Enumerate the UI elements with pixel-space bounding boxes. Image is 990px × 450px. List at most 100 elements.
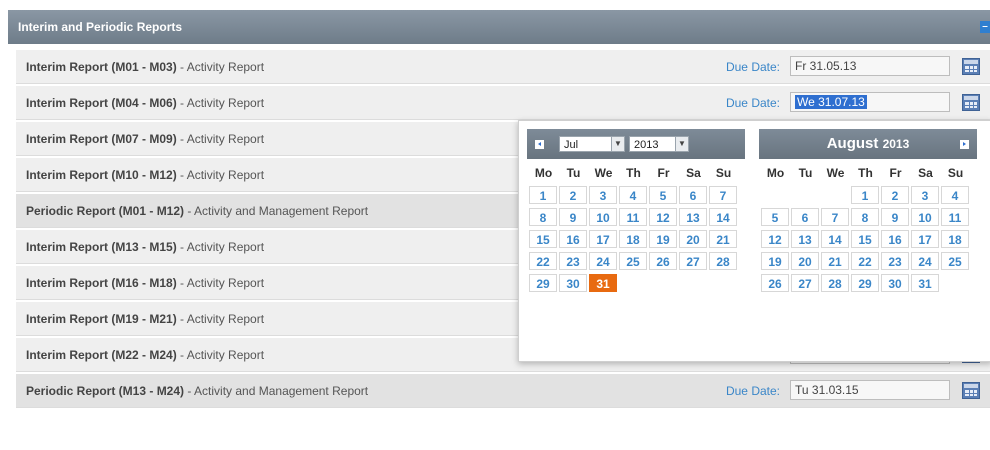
day-cell[interactable]: 22 <box>529 252 557 270</box>
day-cell[interactable]: 14 <box>821 230 849 248</box>
day-cell[interactable]: 6 <box>679 186 707 204</box>
day-cell[interactable]: 7 <box>821 208 849 226</box>
due-date-value: We 31.07.13 <box>795 95 867 109</box>
calendar-icon[interactable] <box>962 58 980 75</box>
report-title: Periodic Report (M01 - M12) <box>26 204 185 218</box>
day-cell[interactable]: 11 <box>941 208 969 226</box>
day-cell[interactable]: 26 <box>761 274 789 292</box>
chevron-left-icon[interactable] <box>535 140 544 149</box>
day-cell[interactable]: 15 <box>529 230 557 248</box>
due-date-value: Fr 31.05.13 <box>795 59 857 73</box>
day-cell[interactable]: 23 <box>881 252 909 270</box>
day-cell[interactable]: 3 <box>589 186 617 204</box>
due-date-label: Due Date: <box>725 384 780 398</box>
day-cell[interactable]: 31 <box>911 274 939 292</box>
weekday-header: Su <box>947 166 964 180</box>
day-cell[interactable]: 1 <box>529 186 557 204</box>
report-row[interactable]: Interim Report (M04 - M06) - Activity Re… <box>16 86 990 120</box>
calendar-icon[interactable] <box>962 94 980 111</box>
day-cell[interactable]: 1 <box>851 186 879 204</box>
month-title: August 2013 <box>826 135 910 152</box>
day-cell[interactable]: 22 <box>851 252 879 270</box>
day-cell[interactable]: 6 <box>791 208 819 226</box>
day-cell[interactable]: 26 <box>649 252 677 270</box>
due-date-group: Due Date: Tu 31.03.15 <box>680 380 980 402</box>
report-row[interactable]: Periodic Report (M13 - M24) - Activity a… <box>16 374 990 408</box>
day-cell[interactable]: 2 <box>559 186 587 204</box>
day-cell[interactable]: 23 <box>559 252 587 270</box>
day-cell[interactable]: 17 <box>911 230 939 248</box>
due-date-label: Due Date: <box>725 60 780 74</box>
day-cell[interactable]: 3 <box>911 186 939 204</box>
day-cell[interactable]: 14 <box>709 208 737 226</box>
day-cell[interactable]: 18 <box>941 230 969 248</box>
day-cell[interactable]: 10 <box>589 208 617 226</box>
day-cell[interactable]: 24 <box>589 252 617 270</box>
day-cell[interactable]: 13 <box>679 208 707 226</box>
day-cell[interactable]: 20 <box>791 252 819 270</box>
day-cell[interactable]: 2 <box>881 186 909 204</box>
day-cell[interactable]: 16 <box>881 230 909 248</box>
day-cell[interactable]: 18 <box>619 230 647 248</box>
day-cell[interactable]: 4 <box>941 186 969 204</box>
day-cell[interactable]: 30 <box>559 274 587 292</box>
day-cell[interactable]: 20 <box>679 230 707 248</box>
day-cell[interactable]: 5 <box>649 186 677 204</box>
weekday-header: Tu <box>566 166 581 180</box>
due-date-group: Due Date: Fr 31.05.13 <box>680 56 980 78</box>
day-cell[interactable]: 13 <box>791 230 819 248</box>
weekday-header: We <box>594 166 613 180</box>
report-type: - Activity Report <box>176 312 265 326</box>
calendar-icon[interactable] <box>962 382 980 399</box>
empty-day-cell <box>821 186 849 204</box>
month-header: Jul ▼ 2013 ▼ <box>527 129 745 159</box>
day-cell[interactable]: 11 <box>619 208 647 226</box>
day-cell[interactable]: 5 <box>761 208 789 226</box>
day-cell[interactable]: 24 <box>911 252 939 270</box>
day-cell[interactable]: 15 <box>851 230 879 248</box>
day-cell[interactable]: 29 <box>851 274 879 292</box>
report-type: - Activity Report <box>176 168 265 182</box>
report-title: Interim Report (M04 - M06) <box>26 96 177 110</box>
day-cell[interactable]: 10 <box>911 208 939 226</box>
due-date-input[interactable]: Tu 31.03.15 <box>790 380 950 400</box>
day-cell[interactable]: 28 <box>821 274 849 292</box>
weekday-header: Th <box>858 166 873 180</box>
day-cell[interactable]: 29 <box>529 274 557 292</box>
day-cell[interactable]: 19 <box>649 230 677 248</box>
chevron-down-icon: ▼ <box>611 137 624 151</box>
weekday-header: Mo <box>766 166 785 180</box>
day-cell[interactable]: 7 <box>709 186 737 204</box>
day-cell[interactable]: 21 <box>821 252 849 270</box>
chevron-right-icon[interactable] <box>960 140 969 149</box>
minus-icon[interactable]: – <box>980 21 990 33</box>
day-cell[interactable]: 28 <box>709 252 737 270</box>
day-cell[interactable]: 25 <box>941 252 969 270</box>
day-cell[interactable]: 8 <box>529 208 557 226</box>
empty-day-cell <box>679 274 707 292</box>
empty-day-cell <box>709 274 737 292</box>
report-row[interactable]: Interim Report (M01 - M03) - Activity Re… <box>16 50 990 84</box>
due-date-input[interactable]: Fr 31.05.13 <box>790 56 950 76</box>
report-type: - Activity Report <box>176 96 265 110</box>
day-cell[interactable]: 8 <box>851 208 879 226</box>
month-select[interactable]: Jul ▼ <box>559 136 625 152</box>
day-cell[interactable]: 16 <box>559 230 587 248</box>
day-cell[interactable]: 27 <box>679 252 707 270</box>
day-cell[interactable]: 4 <box>619 186 647 204</box>
day-cell[interactable]: 9 <box>559 208 587 226</box>
day-cell[interactable]: 12 <box>761 230 789 248</box>
day-cell[interactable]: 19 <box>761 252 789 270</box>
day-cell[interactable]: 31 <box>589 274 617 292</box>
day-cell[interactable]: 25 <box>619 252 647 270</box>
report-type: - Activity Report <box>176 276 265 290</box>
year-select[interactable]: 2013 ▼ <box>629 136 689 152</box>
day-cell[interactable]: 12 <box>649 208 677 226</box>
day-cell[interactable]: 9 <box>881 208 909 226</box>
day-cell[interactable]: 17 <box>589 230 617 248</box>
report-title: Interim Report (M16 - M18) <box>26 276 177 290</box>
day-cell[interactable]: 27 <box>791 274 819 292</box>
day-cell[interactable]: 21 <box>709 230 737 248</box>
due-date-input[interactable]: We 31.07.13 <box>790 92 950 112</box>
day-cell[interactable]: 30 <box>881 274 909 292</box>
